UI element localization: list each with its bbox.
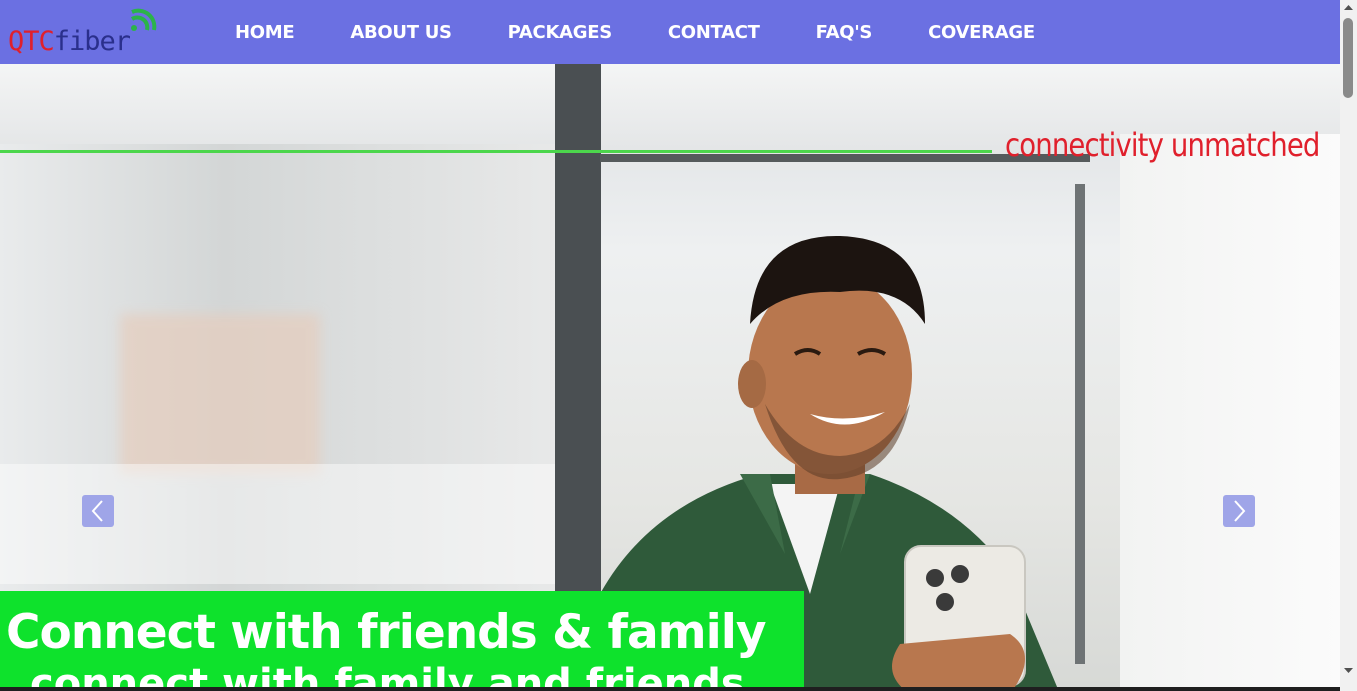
scroll-up-arrow-icon[interactable] [1344,3,1353,12]
site-header: QTCfiber HOME ABOUT US PACKAGES CONTACT … [0,0,1340,64]
nav-home[interactable]: HOME [235,22,295,43]
scrollbar-thumb[interactable] [1343,18,1353,98]
hero-background-blur [120,314,320,474]
chevron-left-icon [91,500,103,522]
chevron-right-icon [1234,500,1246,522]
logo-wordmark: QTCfiber [8,26,131,58]
hero-carousel: connectivity unmatched Connect with frie… [0,64,1340,687]
nav-coverage[interactable]: COVERAGE [928,22,1035,43]
wifi-signal-icon [130,8,157,31]
page-scrollbar[interactable] [1340,0,1357,691]
scroll-down-arrow-icon[interactable] [1344,666,1353,675]
main-nav: HOME ABOUT US PACKAGES CONTACT FAQ'S COV… [235,0,1091,64]
nav-packages[interactable]: PACKAGES [508,22,613,43]
nav-about-us[interactable]: ABOUT US [350,22,452,43]
logo[interactable]: QTCfiber [8,4,168,60]
hero-caption-title: Connect with friends & family [6,605,766,660]
tagline-rule [0,150,992,153]
logo-qtc: QTC [8,26,55,57]
carousel-next-button[interactable] [1223,495,1255,527]
nav-contact[interactable]: CONTACT [668,22,760,43]
hero-tagline: connectivity unmatched [1005,126,1320,164]
hero-background-window [1120,134,1340,687]
logo-fiber: fiber [53,26,131,57]
nav-faqs[interactable]: FAQ'S [816,22,873,43]
carousel-prev-button[interactable] [82,495,114,527]
hero-caption-subtitle: connect with family and friends [30,661,745,687]
window-bottom-edge [0,687,1340,691]
hero-caption: Connect with friends & family connect wi… [0,591,804,687]
